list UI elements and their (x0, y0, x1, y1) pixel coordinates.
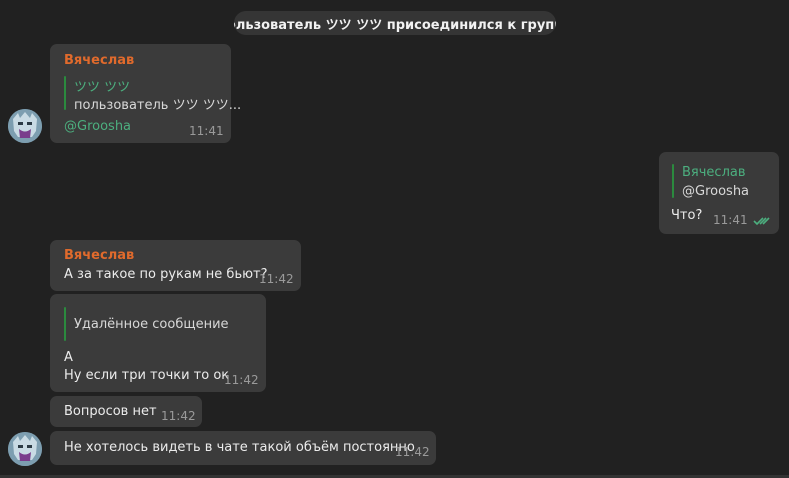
message-time: 11:41 (713, 213, 748, 227)
message-time: 11:42 (395, 445, 430, 459)
message-bubble-outgoing[interactable]: Вячеслав @Groosha Что? 11:41 (659, 152, 779, 234)
message-bubble[interactable]: Вопросов нет 11:42 (50, 396, 202, 427)
message-text: Что? (671, 208, 703, 223)
message-text-line: Ну если три точки то ок (64, 368, 230, 383)
message-time: 11:41 (189, 124, 224, 138)
message-text-line: А (64, 350, 73, 365)
message-time: 11:42 (161, 409, 196, 423)
reply-preview-deleted[interactable]: Удалённое сообщение (74, 317, 229, 332)
message-bubble[interactable]: Вячеслав А за такое по рукам не бьют? 11… (50, 240, 301, 291)
reply-bar (64, 76, 66, 110)
avatar-image (8, 109, 42, 143)
sender-name[interactable]: Вячеслав (64, 53, 134, 68)
message-bubble[interactable]: Не хотелось видеть в чате такой объём по… (50, 431, 436, 465)
avatar[interactable] (8, 432, 42, 466)
sender-name[interactable]: Вячеслав (64, 248, 134, 263)
service-message: пользователь ツツ ツツ присоединился к групп… (234, 11, 556, 35)
double-check-icon (753, 217, 770, 226)
service-message-text: пользователь ツツ ツツ присоединился к групп… (234, 17, 556, 33)
reply-preview[interactable]: @Groosha (682, 184, 749, 199)
message-text: А за такое по рукам не бьют? (64, 267, 268, 282)
message-bubble[interactable]: Удалённое сообщение А Ну если три точки … (50, 294, 266, 392)
message-text: Вопросов нет (64, 404, 157, 419)
avatar[interactable] (8, 109, 42, 143)
reply-preview[interactable]: пользователь ツツ ツツ... (74, 94, 241, 113)
message-time: 11:42 (259, 272, 294, 286)
message-time: 11:42 (224, 373, 259, 387)
message-bubble[interactable]: Вячеслав ツツ ツツ пользователь ツツ ツツ... @Gr… (50, 44, 241, 143)
reply-title[interactable]: ツツ ツツ (74, 76, 130, 95)
reply-bar (672, 164, 674, 198)
avatar-image (8, 432, 42, 466)
reply-title[interactable]: Вячеслав (682, 165, 746, 180)
message-text: Не хотелось видеть в чате такой объём по… (64, 440, 415, 455)
reply-bar (64, 307, 66, 341)
mention-link[interactable]: @Groosha (64, 119, 131, 134)
